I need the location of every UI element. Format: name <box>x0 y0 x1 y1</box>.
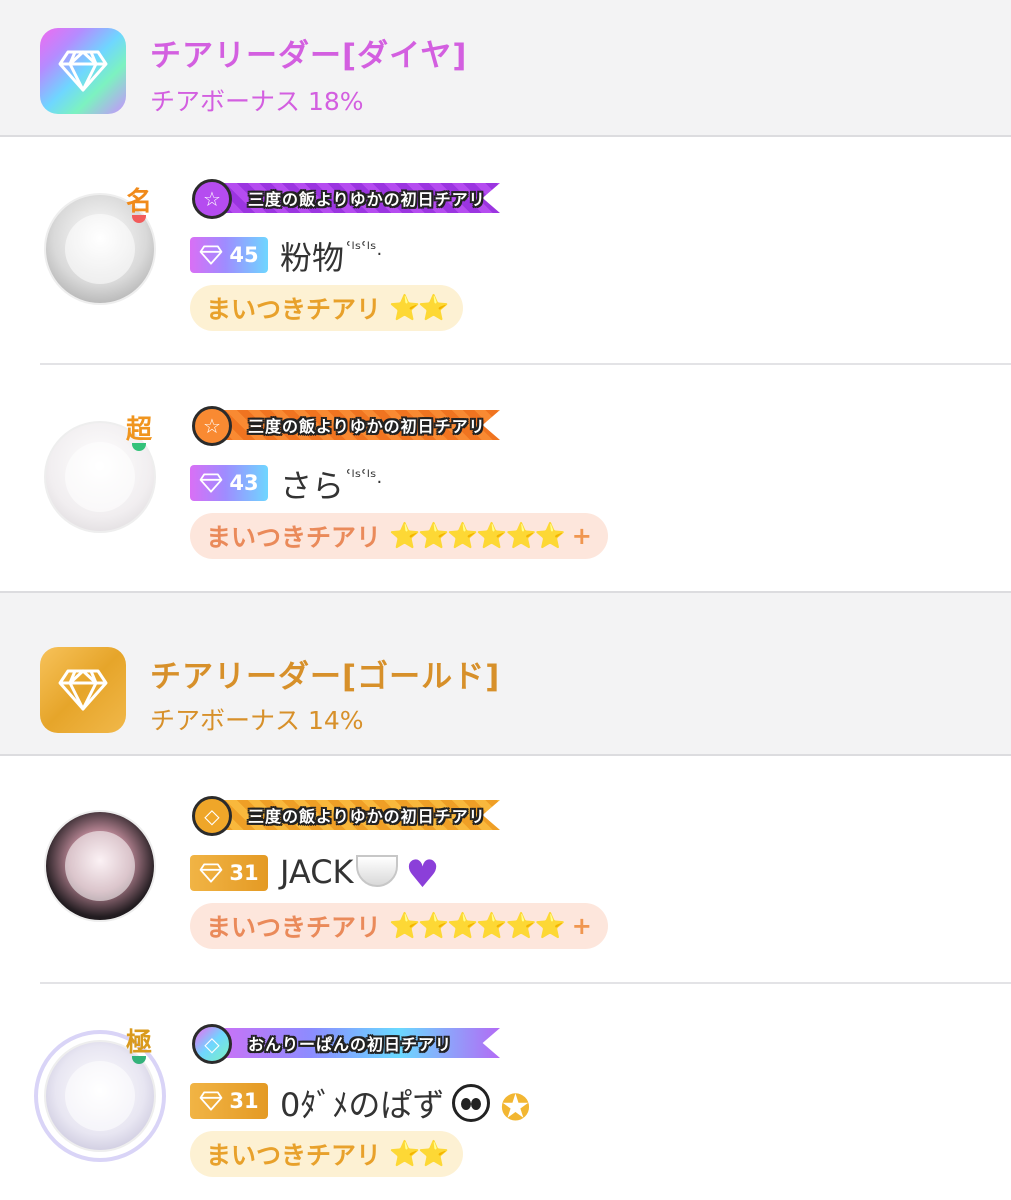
cheer-plus: + <box>571 522 592 550</box>
cheer-ribbon: ◇ 三度の飯よりゆかの初日チアリ <box>192 796 502 836</box>
level-value: 31 <box>229 1089 259 1113</box>
user-name[interactable]: JACK ♥ <box>280 852 440 896</box>
rice-icon <box>355 855 398 887</box>
level-badge: 43 <box>190 465 268 501</box>
ribbon-text: 三度の飯よりゆかの初日チアリ <box>248 417 486 436</box>
user-name[interactable]: 0ﾀﾞﾒのぱず ✪ <box>280 1080 531 1129</box>
level-badge: 31 <box>190 855 268 891</box>
panda-icon <box>452 1084 491 1122</box>
cheer-label: まいつきチアリ <box>206 1141 382 1170</box>
ribbon-text: 三度の飯よりゆかの初日チアリ <box>248 807 486 826</box>
cheer-ribbon: ◇ おんりーぱんの初日チアリ <box>192 1024 502 1064</box>
user-name[interactable]: さら ʿˡˢʿˡˢ. <box>280 461 382 507</box>
cheer-label: まいつきチアリ <box>206 295 382 324</box>
monthly-cheer-pill: まいつきチアリ ⭐⭐⭐⭐⭐⭐ + <box>190 903 608 949</box>
user-name-text: 粉物 <box>280 239 345 277</box>
monthly-cheer-pill: まいつきチアリ ⭐⭐ <box>190 1131 464 1177</box>
diamond-icon <box>200 1091 223 1111</box>
rank-badge: 超 <box>126 415 153 451</box>
user-name-text: さら <box>280 467 345 505</box>
diamond-icon <box>40 647 126 733</box>
rank-badge: 名 <box>126 187 153 223</box>
cheer-ribbon: ☆ 三度の飯よりゆかの初日チアリ <box>192 179 502 219</box>
avatar[interactable] <box>44 810 156 922</box>
diamond-icon: ◇ <box>192 1024 232 1064</box>
list-item[interactable]: ◇ 三度の飯よりゆかの初日チアリ 31 JACK ♥ まいつきチアリ ⭐⭐⭐⭐⭐⭐… <box>0 756 1011 982</box>
avatar[interactable]: 超 <box>44 417 156 533</box>
dizzy-icon: ✪ <box>500 1088 531 1129</box>
rank-badge: 極 <box>126 1028 153 1064</box>
ribbon-text: 三度の飯よりゆかの初日チアリ <box>248 190 486 209</box>
star-icon: ☆ <box>192 179 232 219</box>
level-value: 45 <box>229 243 259 267</box>
cheer-label: まいつきチアリ <box>206 913 382 942</box>
diamond-icon <box>40 28 126 114</box>
monthly-cheer-pill: まいつきチアリ ⭐⭐⭐⭐⭐⭐ + <box>190 513 608 559</box>
cheer-ribbon: ☆ 三度の飯よりゆかの初日チアリ <box>192 406 502 446</box>
cheer-plus: + <box>571 912 592 940</box>
tier-title: チアリーダー[ゴールド] <box>150 659 501 695</box>
list-item[interactable]: 名 ☆ 三度の飯よりゆかの初日チアリ 45 粉物 ʿˡˢʿˡˢ. まいつきチアリ … <box>0 137 1011 365</box>
diamond-icon <box>200 473 223 493</box>
user-name[interactable]: 粉物 ʿˡˢʿˡˢ. <box>280 233 382 279</box>
monthly-cheer-pill: まいつきチアリ ⭐⭐ <box>190 285 464 331</box>
user-name-suffix: ʿˡˢʿˡˢ. <box>346 467 383 488</box>
tier-title: チアリーダー[ダイヤ] <box>150 38 468 74</box>
list-item[interactable]: 極 ◇ おんりーぱんの初日チアリ 31 0ﾀﾞﾒのぱず ✪ まいつきチアリ ⭐⭐ <box>0 984 1011 1200</box>
star-icon: ⭐⭐ <box>389 1139 449 1168</box>
level-value: 43 <box>229 471 259 495</box>
tier-bonus: チアボーナス 14% <box>150 706 364 735</box>
user-name-suffix: ʿˡˢʿˡˢ. <box>346 239 383 260</box>
list-item[interactable]: 超 ☆ 三度の飯よりゆかの初日チアリ 43 さら ʿˡˢʿˡˢ. まいつきチアリ … <box>0 365 1011 591</box>
avatar[interactable]: 極 <box>34 1030 166 1162</box>
level-value: 31 <box>229 861 259 885</box>
star-icon: ☆ <box>192 406 232 446</box>
cheer-label: まいつきチアリ <box>206 523 382 552</box>
tier-bonus: チアボーナス 18% <box>150 87 364 116</box>
avatar[interactable]: 名 <box>44 189 156 305</box>
user-name-text: 0ﾀﾞﾒのぱず <box>280 1086 445 1124</box>
user-name-text: JACK <box>280 853 354 891</box>
level-badge: 45 <box>190 237 268 273</box>
tier-header-gold: チアリーダー[ゴールド] チアボーナス 14% <box>0 591 1011 756</box>
diamond-icon <box>200 863 223 883</box>
star-icon: ⭐⭐ <box>389 293 449 322</box>
diamond-icon <box>200 245 223 265</box>
ribbon-text: おんりーぱんの初日チアリ <box>248 1035 453 1054</box>
purple-heart-icon: ♥ <box>405 852 440 896</box>
diamond-icon: ◇ <box>192 796 232 836</box>
star-icon: ⭐⭐⭐⭐⭐⭐ <box>389 911 566 940</box>
tier-header-diamond: チアリーダー[ダイヤ] チアボーナス 18% <box>0 0 1011 137</box>
star-icon: ⭐⭐⭐⭐⭐⭐ <box>389 521 566 550</box>
level-badge: 31 <box>190 1083 268 1119</box>
